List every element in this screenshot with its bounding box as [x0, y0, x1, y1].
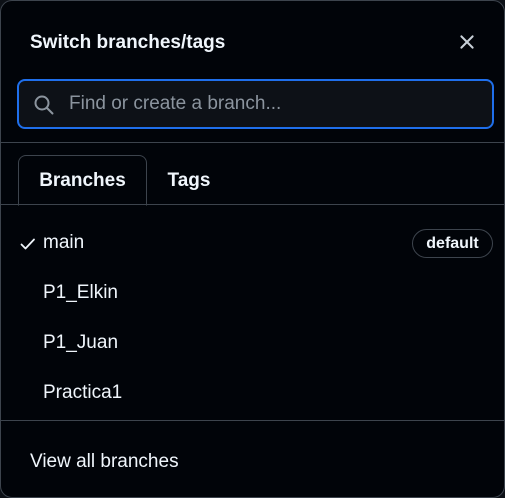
close-icon — [460, 35, 474, 49]
branch-item-p1-elkin[interactable]: P1_Elkin — [1, 268, 504, 318]
panel-title: Switch branches/tags — [30, 32, 226, 53]
branch-item-main[interactable]: main default — [1, 218, 504, 268]
tab-tags[interactable]: Tags — [151, 155, 227, 206]
tab-bar: Branches Tags — [1, 143, 504, 206]
check-icon — [20, 238, 35, 250]
search-icon — [34, 95, 54, 115]
branch-name: P1_Elkin — [43, 282, 118, 303]
branch-name: P1_Juan — [43, 332, 119, 353]
tabs-divider — [1, 204, 504, 205]
branch-name: Practica1 — [43, 382, 123, 403]
branch-item-p1-juan[interactable]: P1_Juan — [1, 318, 504, 368]
search-input[interactable] — [67, 87, 482, 121]
branch-switcher-panel: Switch branches/tags Branches Tags main … — [0, 0, 505, 498]
close-button[interactable] — [452, 27, 482, 57]
branch-item-practica1[interactable]: Practica1 — [1, 368, 504, 418]
tab-branches[interactable]: Branches — [18, 155, 147, 206]
default-badge: default — [412, 229, 493, 258]
search-field[interactable] — [17, 79, 494, 129]
footer-divider — [1, 420, 504, 421]
branch-name: main — [43, 232, 85, 253]
panel-header: Switch branches/tags — [1, 1, 504, 77]
view-all-branches-link[interactable]: View all branches — [30, 451, 179, 473]
